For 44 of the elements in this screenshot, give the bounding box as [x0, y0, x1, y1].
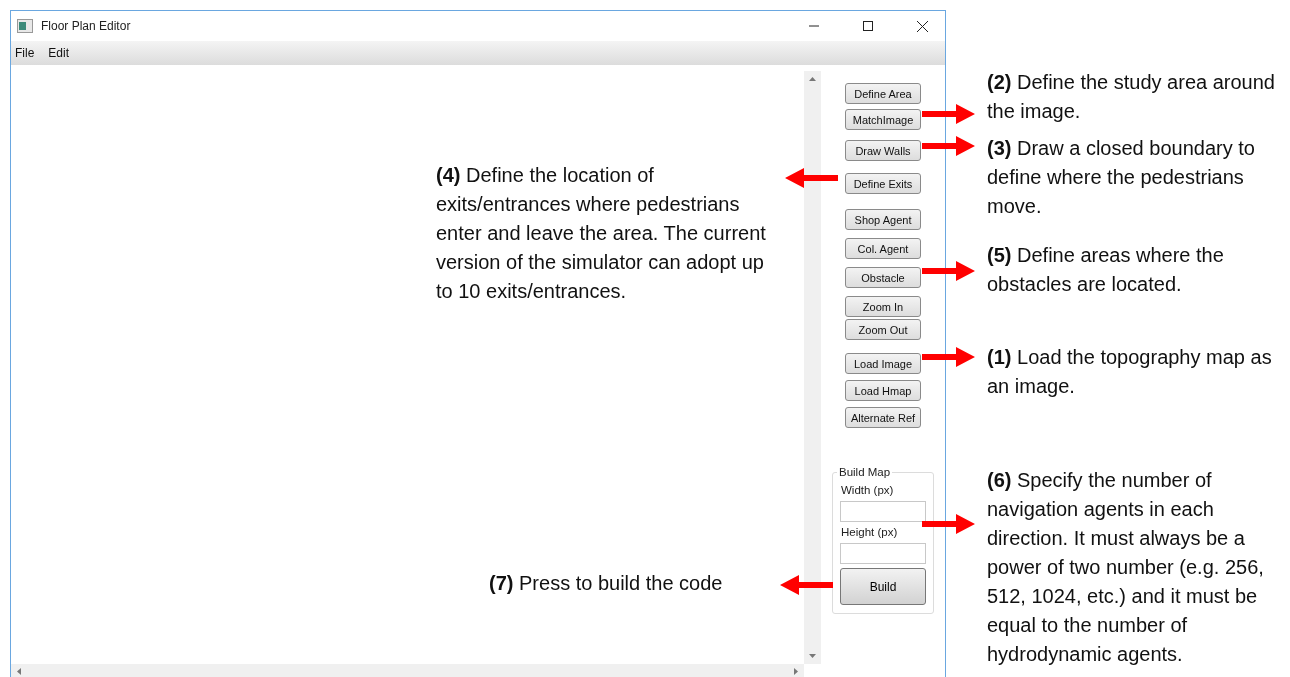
arrow-icon — [922, 104, 975, 124]
arrow-icon — [785, 168, 838, 188]
tool-button[interactable]: Load Hmap — [845, 380, 921, 401]
tool-button[interactable]: Load Image — [845, 353, 921, 374]
tool-button[interactable]: Define Exits — [845, 173, 921, 194]
input-field[interactable] — [840, 501, 926, 522]
tool-button[interactable]: Define Area — [845, 83, 921, 104]
tool-button[interactable]: Draw Walls — [845, 140, 921, 161]
group-title: Build Map — [838, 466, 892, 478]
maximize-icon[interactable] — [863, 21, 873, 31]
arrow-icon — [922, 514, 975, 534]
annotation-text: (3) Draw a closed boundary to define where the pedestrians move. — [987, 136, 1256, 219]
annotation-text: (2) Define the study area around the image. — [987, 70, 1276, 124]
annotation-text: (1) Load the topography map as an image. — [987, 345, 1273, 399]
annotation-text: (7) Press to build the code — [489, 571, 724, 596]
tool-button[interactable]: MatchImage — [845, 109, 921, 130]
arrow-icon — [780, 575, 833, 595]
arrow-icon — [922, 261, 975, 281]
tool-button[interactable]: Zoom Out — [845, 319, 921, 340]
scroll-up-icon[interactable] — [809, 77, 816, 81]
tool-button[interactable]: Obstacle — [845, 267, 921, 288]
scroll-right-icon[interactable] — [794, 667, 798, 675]
build-button[interactable]: Build — [840, 568, 926, 605]
scroll-down-icon[interactable] — [809, 654, 816, 658]
field-label: Height (px) — [841, 526, 899, 538]
scroll-left-icon[interactable] — [17, 667, 21, 675]
arrow-icon — [922, 347, 975, 367]
app-icon — [17, 19, 33, 33]
tool-button[interactable]: Col. Agent — [845, 238, 921, 259]
vertical-scrollbar[interactable] — [804, 71, 821, 664]
field-label: Width (px) — [841, 484, 895, 496]
arrow-icon — [922, 136, 975, 156]
annotation-text: (5) Define areas where the obstacles are located. — [987, 243, 1225, 297]
annotation-text: (6) Specify the number of navigation agents in each direction. It must always be a power of two number (e.g. 256, 512, 1024, etc.) and it must be equal to the number of hydrodynamic agents. — [987, 468, 1265, 667]
tool-button[interactable]: Zoom In — [845, 296, 921, 317]
menu-item[interactable]: File — [15, 46, 35, 60]
tool-button[interactable]: Shop Agent — [845, 209, 921, 230]
tool-button[interactable]: Alternate Ref — [845, 407, 921, 428]
window-title: Floor Plan Editor — [41, 19, 132, 33]
annotation-text: (4) Define the location of exits/entrances where pedestrians enter and leave the area. The current version of the simulator can adopt up to 10 exits/entrances. — [436, 163, 767, 304]
horizontal-scrollbar[interactable] — [11, 664, 804, 677]
close-icon[interactable] — [916, 20, 928, 32]
input-field[interactable] — [840, 543, 926, 564]
menu-item[interactable]: Edit — [48, 46, 70, 60]
